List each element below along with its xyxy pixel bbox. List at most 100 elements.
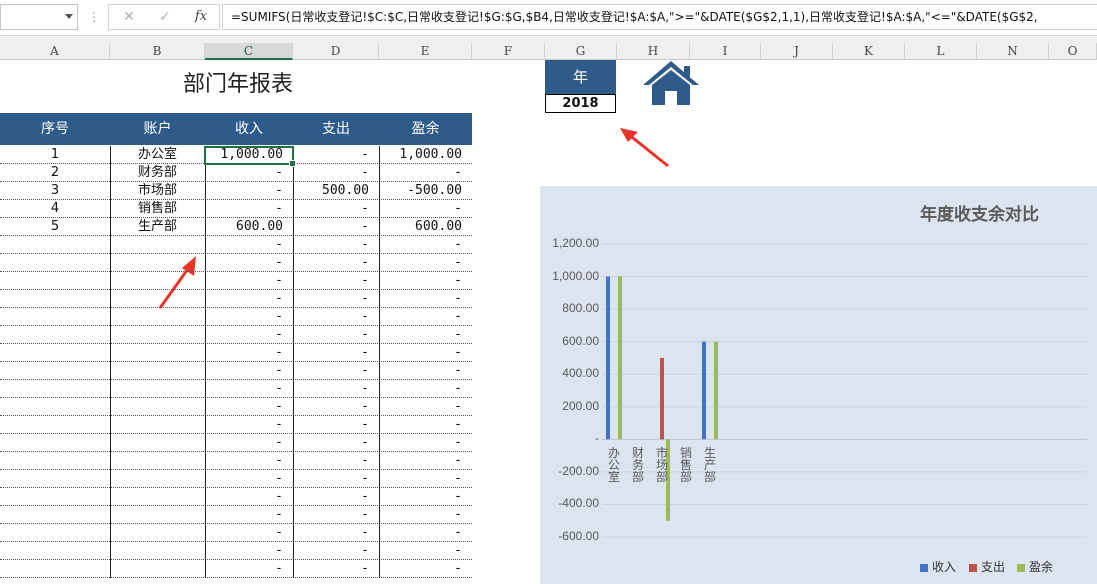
seq-cell[interactable] bbox=[0, 542, 110, 560]
expense-cell[interactable]: - bbox=[293, 290, 379, 308]
expense-cell[interactable]: - bbox=[293, 524, 379, 542]
surplus-cell[interactable]: - bbox=[379, 434, 472, 452]
account-cell[interactable] bbox=[110, 236, 205, 254]
seq-cell[interactable] bbox=[0, 560, 110, 578]
column-header-a[interactable]: A bbox=[0, 43, 110, 60]
surplus-cell[interactable]: - bbox=[379, 362, 472, 380]
seq-cell[interactable] bbox=[0, 236, 110, 254]
expense-cell[interactable]: - bbox=[293, 434, 379, 452]
column-header-d[interactable]: D bbox=[293, 43, 379, 60]
income-cell[interactable]: - bbox=[205, 254, 293, 272]
account-cell[interactable] bbox=[110, 398, 205, 416]
account-cell[interactable] bbox=[110, 344, 205, 362]
income-cell[interactable]: - bbox=[205, 560, 293, 578]
account-cell[interactable]: 生产部 bbox=[110, 218, 205, 236]
account-cell[interactable]: 财务部 bbox=[110, 164, 205, 182]
account-cell[interactable]: 市场部 bbox=[110, 182, 205, 200]
expense-cell[interactable]: - bbox=[293, 488, 379, 506]
seq-cell[interactable] bbox=[0, 344, 110, 362]
seq-cell[interactable] bbox=[0, 524, 110, 542]
surplus-cell[interactable]: - bbox=[379, 560, 472, 578]
income-cell[interactable]: - bbox=[205, 452, 293, 470]
seq-cell[interactable] bbox=[0, 290, 110, 308]
seq-cell[interactable]: 4 bbox=[0, 200, 110, 218]
surplus-cell[interactable]: -500.00 bbox=[379, 182, 472, 200]
column-header-f[interactable]: F bbox=[472, 43, 545, 60]
chevron-down-icon[interactable] bbox=[65, 14, 73, 19]
account-cell[interactable] bbox=[110, 542, 205, 560]
seq-cell[interactable] bbox=[0, 398, 110, 416]
surplus-cell[interactable]: - bbox=[379, 416, 472, 434]
seq-cell[interactable] bbox=[0, 506, 110, 524]
income-cell[interactable]: - bbox=[205, 506, 293, 524]
column-header-e[interactable]: E bbox=[379, 43, 472, 60]
account-cell[interactable] bbox=[110, 488, 205, 506]
account-cell[interactable]: 销售部 bbox=[110, 200, 205, 218]
account-cell[interactable] bbox=[110, 470, 205, 488]
income-cell[interactable]: - bbox=[205, 542, 293, 560]
account-cell[interactable] bbox=[110, 326, 205, 344]
surplus-cell[interactable]: - bbox=[379, 326, 472, 344]
account-cell[interactable] bbox=[110, 362, 205, 380]
seq-cell[interactable] bbox=[0, 362, 110, 380]
surplus-cell[interactable]: - bbox=[379, 272, 472, 290]
surplus-cell[interactable]: - bbox=[379, 380, 472, 398]
surplus-cell[interactable]: - bbox=[379, 398, 472, 416]
surplus-cell[interactable]: - bbox=[379, 200, 472, 218]
seq-cell[interactable] bbox=[0, 272, 110, 290]
expense-cell[interactable]: - bbox=[293, 362, 379, 380]
seq-cell[interactable] bbox=[0, 434, 110, 452]
account-cell[interactable] bbox=[110, 290, 205, 308]
seq-cell[interactable] bbox=[0, 470, 110, 488]
expense-cell[interactable]: - bbox=[293, 560, 379, 578]
expense-cell[interactable]: - bbox=[293, 146, 379, 164]
account-cell[interactable] bbox=[110, 272, 205, 290]
surplus-cell[interactable]: 1,000.00 bbox=[379, 146, 472, 164]
column-header-k[interactable]: K bbox=[833, 43, 905, 60]
surplus-cell[interactable]: - bbox=[379, 308, 472, 326]
surplus-cell[interactable]: 600.00 bbox=[379, 218, 472, 236]
income-cell[interactable]: - bbox=[205, 416, 293, 434]
column-header-g[interactable]: G bbox=[545, 43, 617, 60]
income-cell[interactable]: 600.00 bbox=[205, 218, 293, 236]
expense-cell[interactable]: - bbox=[293, 398, 379, 416]
more-options-icon[interactable]: ⋮ bbox=[88, 8, 100, 26]
expense-cell[interactable]: - bbox=[293, 200, 379, 218]
home-icon[interactable] bbox=[640, 58, 702, 108]
seq-cell[interactable] bbox=[0, 416, 110, 434]
seq-cell[interactable] bbox=[0, 326, 110, 344]
chart[interactable]: 年度收支余对比 1,200.00 1,000.00 800.00 600.00 400.… bbox=[540, 186, 1097, 584]
account-cell[interactable] bbox=[110, 308, 205, 326]
account-cell[interactable] bbox=[110, 416, 205, 434]
formula-input[interactable]: =SUMIFS(日常收支登记!$C:$C,日常收支登记!$G:$G,$B4,日常… bbox=[222, 4, 1097, 30]
expense-cell[interactable]: - bbox=[293, 416, 379, 434]
seq-cell[interactable] bbox=[0, 254, 110, 272]
enter-icon[interactable]: ✓ bbox=[155, 8, 175, 26]
insert-function-icon[interactable]: fx bbox=[191, 8, 211, 26]
income-cell[interactable]: - bbox=[205, 470, 293, 488]
income-cell[interactable]: - bbox=[205, 164, 293, 182]
account-cell[interactable] bbox=[110, 434, 205, 452]
seq-cell[interactable]: 2 bbox=[0, 164, 110, 182]
income-cell[interactable]: - bbox=[205, 272, 293, 290]
column-header-o[interactable]: O bbox=[1049, 43, 1097, 60]
income-cell[interactable]: - bbox=[205, 344, 293, 362]
surplus-cell[interactable]: - bbox=[379, 164, 472, 182]
expense-cell[interactable]: - bbox=[293, 254, 379, 272]
expense-cell[interactable]: - bbox=[293, 308, 379, 326]
income-cell[interactable]: - bbox=[205, 236, 293, 254]
expense-cell[interactable]: - bbox=[293, 506, 379, 524]
column-header-c[interactable]: C bbox=[205, 43, 293, 60]
surplus-cell[interactable]: - bbox=[379, 542, 472, 560]
account-cell[interactable] bbox=[110, 254, 205, 272]
expense-cell[interactable]: 500.00 bbox=[293, 182, 379, 200]
account-cell[interactable]: 办公室 bbox=[110, 146, 205, 164]
expense-cell[interactable]: - bbox=[293, 470, 379, 488]
income-cell[interactable]: - bbox=[205, 488, 293, 506]
income-cell[interactable]: - bbox=[205, 326, 293, 344]
income-cell[interactable]: - bbox=[205, 308, 293, 326]
surplus-cell[interactable]: - bbox=[379, 506, 472, 524]
surplus-cell[interactable]: - bbox=[379, 344, 472, 362]
income-cell[interactable]: - bbox=[205, 200, 293, 218]
income-cell[interactable]: - bbox=[205, 182, 293, 200]
